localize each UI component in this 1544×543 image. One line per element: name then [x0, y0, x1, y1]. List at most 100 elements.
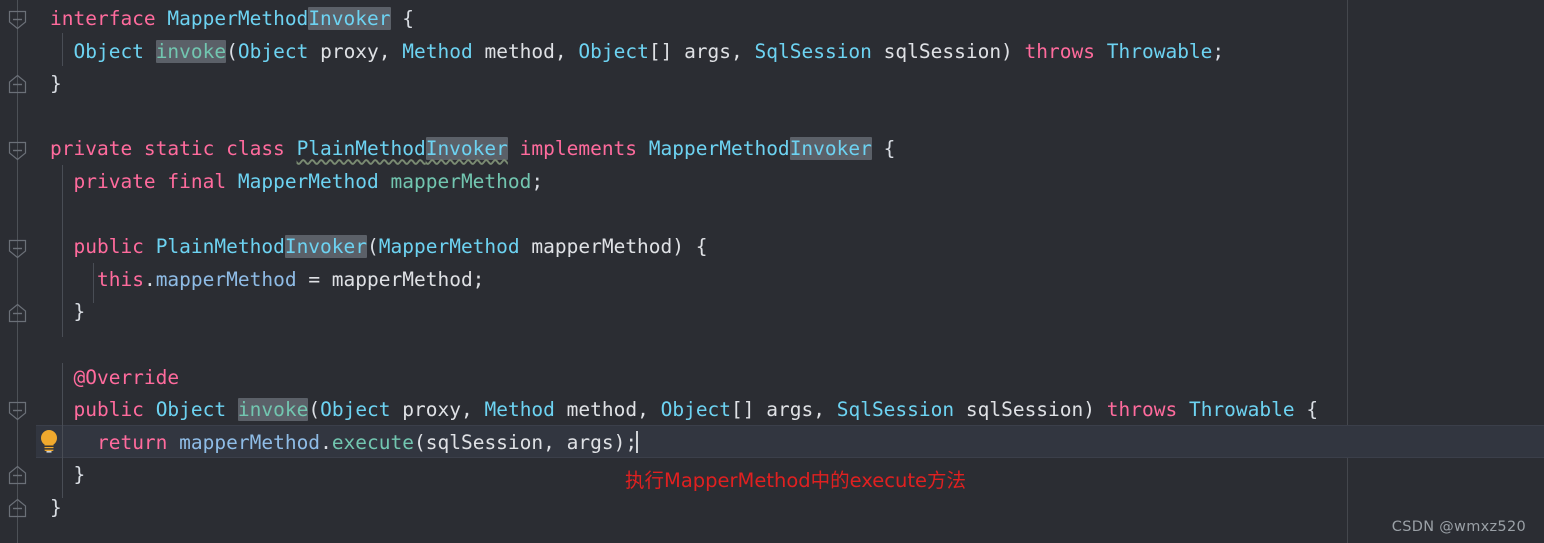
code-token: PlainMethod: [296, 137, 426, 161]
code-token: execute: [331, 430, 414, 454]
code-token: mapperMethod) {: [519, 235, 708, 259]
code-token: implements: [519, 137, 638, 161]
code-line[interactable]: return mapperMethod.execute(sqlSession, …: [36, 426, 639, 459]
code-line[interactable]: Object invoke(Object proxy, Method metho…: [36, 35, 1224, 68]
code-token: Object: [578, 39, 649, 63]
code-token: throws: [1106, 398, 1178, 422]
code-token: {: [1294, 398, 1319, 422]
code-token: sqlSession): [954, 398, 1107, 422]
code-token: [] args,: [648, 39, 755, 63]
code-token: Throwable: [1106, 39, 1213, 63]
code-token: return: [96, 430, 168, 454]
code-token: private static class: [50, 137, 285, 161]
code-token: (sqlSession, args);: [414, 430, 638, 454]
highlighted-token: Invoker: [284, 235, 368, 259]
code-token: SqlSession: [836, 398, 955, 422]
code-line[interactable]: [36, 100, 50, 133]
code-token: interface: [50, 7, 156, 30]
highlighted-token: invoke: [155, 39, 227, 63]
code-token: Throwable: [1188, 398, 1295, 422]
intention-lightbulb-icon[interactable]: [38, 428, 60, 454]
fold-end-constructor-icon[interactable]: [7, 303, 28, 324]
text-caret: [636, 430, 639, 453]
right-margin-guide: [1347, 0, 1348, 543]
code-token: ;: [1212, 39, 1225, 63]
code-line[interactable]: }: [36, 67, 62, 100]
code-token: (: [226, 39, 238, 63]
code-token: }: [73, 300, 86, 324]
code-token: Object: [320, 398, 391, 422]
code-token: MapperMethod: [237, 170, 379, 193]
code-token: SqlSession: [754, 39, 872, 63]
code-token: public: [73, 398, 144, 422]
code-token: Object: [660, 398, 732, 422]
code-line[interactable]: @Override: [36, 361, 179, 394]
code-line[interactable]: interface MapperMethodInvoker {: [36, 2, 414, 35]
code-line[interactable]: public Object invoke(Object proxy, Metho…: [36, 393, 1318, 426]
code-line[interactable]: }: [36, 295, 85, 328]
code-line[interactable]: [36, 328, 50, 361]
code-editor[interactable]: interface MapperMethodInvoker { Object i…: [0, 0, 1544, 543]
fold-end-interface-icon[interactable]: [7, 74, 28, 95]
fold-end-class-icon[interactable]: [7, 498, 28, 519]
code-token: mapperMethod: [179, 430, 321, 454]
code-token: = mapperMethod;: [296, 267, 485, 291]
code-token: ;: [531, 170, 544, 193]
highlighted-token: Invoker: [308, 7, 391, 30]
code-token: private final: [73, 170, 227, 193]
code-token: (: [308, 398, 321, 422]
code-token: public: [73, 235, 144, 259]
code-line[interactable]: private static class PlainMethodInvoker …: [36, 132, 895, 165]
code-token: MapperMethod: [378, 235, 520, 259]
code-line[interactable]: private final MapperMethod mapperMethod;: [36, 165, 543, 198]
code-token: proxy,: [390, 398, 485, 422]
code-token: [] args,: [731, 398, 837, 422]
code-token: PlainMethod: [155, 235, 285, 259]
code-token: }: [50, 496, 62, 519]
code-token: }: [50, 72, 62, 96]
code-line[interactable]: }: [36, 458, 85, 491]
code-line[interactable]: [36, 198, 50, 231]
code-token: {: [871, 137, 896, 161]
fold-expanded-constructor-icon[interactable]: [7, 238, 28, 259]
fold-expanded-invoke-method-icon[interactable]: [7, 400, 28, 421]
code-token: }: [73, 463, 86, 487]
code-token: mapperMethod: [390, 170, 532, 193]
code-token: Object: [155, 398, 227, 422]
code-token: method,: [472, 39, 579, 63]
code-token: MapperMethod: [648, 137, 790, 161]
csdn-watermark: CSDN @wmxz520: [1391, 519, 1526, 535]
code-token: MapperMethod: [167, 7, 309, 30]
code-line[interactable]: public PlainMethodInvoker(MapperMethod m…: [36, 230, 708, 263]
fold-expanded-class-icon[interactable]: [7, 140, 28, 161]
code-token: (: [367, 235, 379, 259]
editor-gutter[interactable]: [0, 0, 36, 543]
code-token: .: [143, 267, 156, 291]
code-token: throws: [1024, 39, 1095, 63]
code-token: @Override: [73, 365, 180, 389]
code-token: method,: [554, 398, 661, 422]
code-line[interactable]: }: [36, 491, 62, 524]
code-token: Method: [402, 39, 473, 63]
code-token: sqlSession): [871, 39, 1025, 63]
code-line[interactable]: this.mapperMethod = mapperMethod;: [36, 263, 484, 296]
fold-expanded-interface-icon[interactable]: [7, 9, 28, 30]
code-text-area[interactable]: interface MapperMethodInvoker { Object i…: [36, 0, 1544, 543]
fold-end-invoke-method-icon[interactable]: [7, 465, 28, 486]
